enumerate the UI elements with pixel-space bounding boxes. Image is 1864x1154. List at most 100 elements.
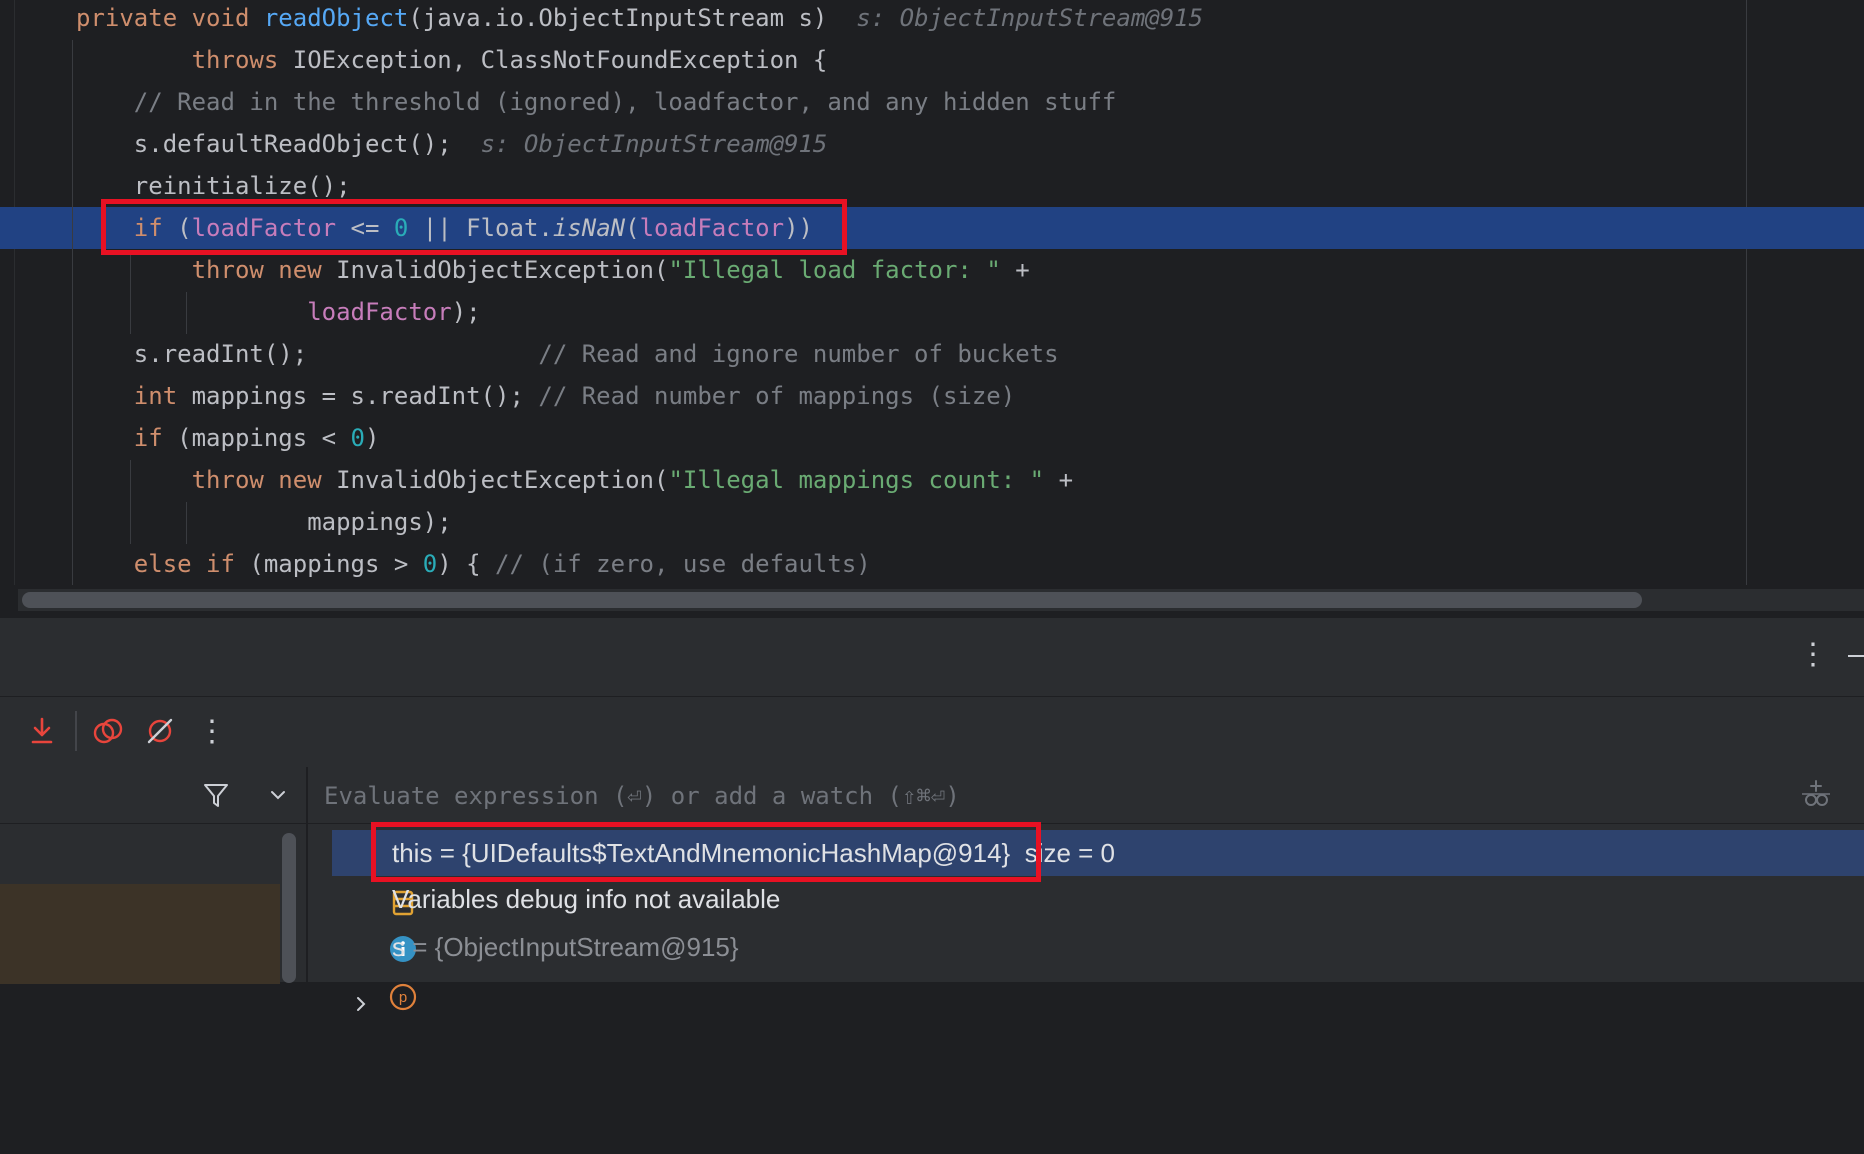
code-token: readObject	[263, 4, 409, 32]
evaluate-bar	[308, 767, 1864, 824]
object-field-icon	[346, 839, 414, 916]
code-text: s.readInt(); // Read and ignore number o…	[76, 333, 1059, 375]
code-line-3[interactable]: // Read in the threshold (ignored), load…	[0, 81, 1864, 123]
code-token: if	[76, 424, 178, 452]
frames-pane	[0, 767, 306, 984]
code-token: +	[1044, 466, 1074, 494]
code-line-13[interactable]: mappings);	[0, 501, 1864, 543]
mute-breakpoints-icon[interactable]	[144, 715, 176, 747]
indent-guide	[186, 502, 187, 544]
indent-guide	[130, 250, 131, 334]
variable-value: = {ObjectInputStream@915}	[405, 932, 739, 962]
frame-list-item[interactable]	[0, 833, 280, 883]
code-token: loadFactor	[639, 214, 785, 242]
code-line-10[interactable]: int mappings = s.readInt(); // Read numb…	[0, 375, 1864, 417]
code-line-2[interactable]: throws IOException, ClassNotFoundExcepti…	[0, 39, 1864, 81]
code-token: s.readInt();	[76, 340, 539, 368]
code-token: (	[625, 214, 640, 242]
frames-header	[0, 767, 306, 824]
chevron-right-icon[interactable]	[308, 936, 366, 1011]
variable-row-this[interactable]: this = {UIDefaults$TextAndMnemonicHashMa…	[332, 830, 1864, 916]
debug-panel-header: ⋮	[0, 617, 1864, 696]
code-text: throws IOException, ClassNotFoundExcepti…	[76, 39, 828, 81]
code-text: // Read in the threshold (ignored), load…	[76, 81, 1117, 123]
indent-guide	[72, 40, 73, 585]
code-token: throws	[76, 46, 293, 74]
code-token: (mappings <	[177, 424, 351, 452]
code-token: (	[177, 214, 192, 242]
code-token: throw new	[76, 466, 337, 494]
variable-info-text: Variables debug info not available	[392, 884, 781, 914]
code-token: // Read and ignore number of buckets	[538, 340, 1059, 368]
minimize-icon[interactable]	[1848, 655, 1864, 657]
code-line-1[interactable]: private void readObject(java.io.ObjectIn…	[0, 0, 1864, 39]
code-token: (java.io.ObjectInputStream s)	[408, 4, 857, 32]
variable-text: s = {ObjectInputStream@915}	[392, 924, 739, 970]
code-line-11[interactable]: if (mappings < 0)	[0, 417, 1864, 459]
code-line-5[interactable]: reinitialize();	[0, 165, 1864, 207]
code-token: +	[1000, 256, 1030, 284]
code-token: s: ObjectInputStream@915	[856, 4, 1204, 32]
code-text: reinitialize();	[76, 165, 351, 207]
code-token: loadFactor	[191, 214, 337, 242]
add-watch-icon[interactable]	[1800, 777, 1832, 809]
code-token: mappings);	[76, 508, 452, 536]
code-text: throw new InvalidObjectException("Illega…	[76, 249, 1030, 291]
code-token: ) {	[437, 550, 496, 578]
frames-scrollbar[interactable]	[282, 833, 296, 983]
code-token: <=	[336, 214, 394, 242]
code-line-7[interactable]: throw new InvalidObjectException("Illega…	[0, 249, 1864, 291]
code-text: s.defaultReadObject(); s: ObjectInputStr…	[76, 123, 828, 165]
code-text: int mappings = s.readInt(); // Read numb…	[76, 375, 1015, 417]
code-token: s.defaultReadObject();	[76, 130, 481, 158]
code-line-4[interactable]: s.defaultReadObject(); s: ObjectInputStr…	[0, 123, 1864, 165]
variable-name: s	[392, 932, 405, 962]
code-token: isNaN	[552, 214, 626, 242]
code-text: if (mappings < 0)	[76, 417, 380, 459]
code-line-8[interactable]: loadFactor);	[0, 291, 1864, 333]
variable-row-s[interactable]: p s = {ObjectInputStream@915}	[332, 924, 1864, 1011]
variables-pane: this = {UIDefaults$TextAndMnemonicHashMa…	[308, 767, 1864, 1011]
more-vertical-icon[interactable]: ⋮	[196, 714, 228, 749]
code-token: s: ObjectInputStream@915	[480, 130, 828, 158]
code-token: mappings = s.readInt();	[191, 382, 539, 410]
filter-icon[interactable]	[200, 779, 232, 811]
code-token: 0	[350, 424, 365, 452]
code-line-12[interactable]: throw new InvalidObjectException("Illega…	[0, 459, 1864, 501]
code-token: IOException, ClassNotFoundException {	[292, 46, 828, 74]
execution-point-line[interactable]: if (loadFactor <= 0 || Float.isNaN(loadF…	[0, 207, 1864, 249]
code-text: loadFactor);	[76, 291, 480, 333]
toolbar-separator	[75, 711, 77, 751]
info-icon	[346, 885, 417, 962]
view-breakpoints-icon[interactable]	[92, 715, 124, 747]
code-token: 0	[393, 214, 409, 242]
variable-name: this	[392, 838, 433, 868]
code-token: // (if zero, use defaults)	[495, 550, 871, 578]
step-into-icon[interactable]	[26, 715, 58, 747]
code-line-9[interactable]: s.readInt(); // Read and ignore number o…	[0, 333, 1864, 375]
code-line-14[interactable]: else if (mappings > 0) { // (if zero, us…	[0, 543, 1864, 585]
chevron-down-icon[interactable]	[262, 779, 294, 811]
code-token: reinitialize();	[76, 172, 351, 200]
code-text: if (loadFactor <= 0 || Float.isNaN(loadF…	[76, 207, 813, 249]
code-text: private void readObject(java.io.ObjectIn…	[76, 0, 1203, 39]
code-text: else if (mappings > 0) { // (if zero, us…	[76, 543, 871, 585]
code-token: InvalidObjectException(	[336, 466, 669, 494]
evaluate-expression-input[interactable]	[322, 775, 1766, 817]
variable-value: = {UIDefaults$TextAndMnemonicHashMap@914…	[439, 838, 1116, 868]
more-vertical-icon[interactable]: ⋮	[1798, 640, 1828, 674]
code-token: // Read number of mappings (size)	[538, 382, 1016, 410]
frame-list-item-selected[interactable]	[0, 884, 280, 984]
code-token: int	[76, 382, 192, 410]
horizontal-scrollbar[interactable]	[22, 592, 1642, 608]
svg-text:p: p	[399, 989, 407, 1006]
code-token: ))	[784, 214, 813, 242]
variable-text: this = {UIDefaults$TextAndMnemonicHashMa…	[392, 830, 1115, 876]
code-text: throw new InvalidObjectException("Illega…	[76, 459, 1073, 501]
code-token: )	[365, 424, 380, 452]
code-editor[interactable]: private void readObject(java.io.ObjectIn…	[0, 0, 1864, 585]
parameter-icon: p	[346, 933, 417, 1011]
code-token: "Illegal load factor: "	[668, 256, 1001, 284]
code-token: else if	[76, 550, 250, 578]
indent-guide	[130, 460, 131, 544]
